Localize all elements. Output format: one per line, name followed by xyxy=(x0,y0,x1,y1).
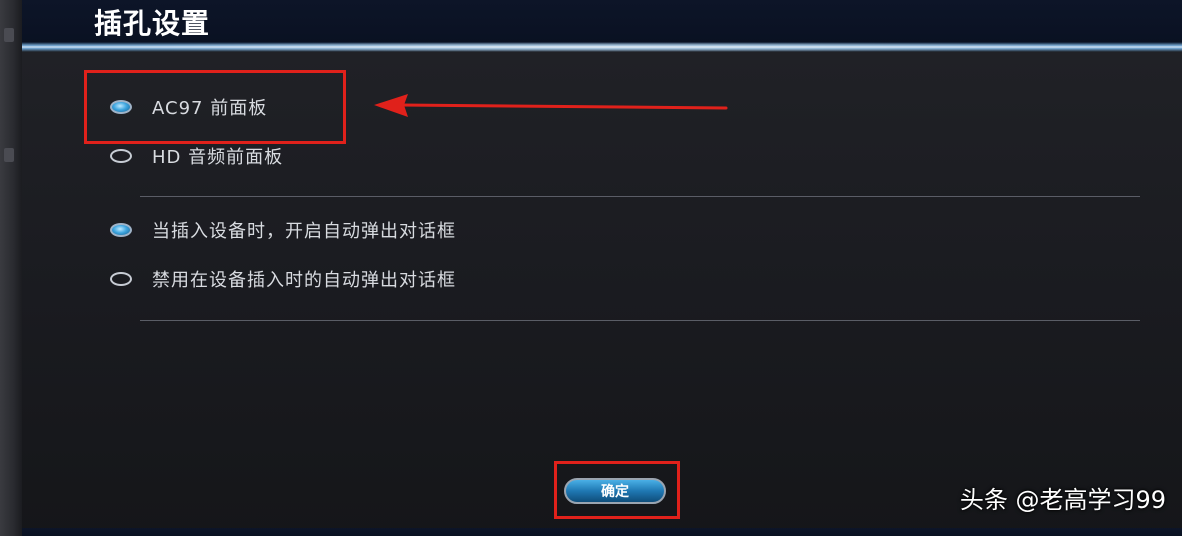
outer-window-edge xyxy=(0,0,22,536)
radio-unchecked-icon[interactable] xyxy=(110,149,132,163)
radio-unchecked-icon[interactable] xyxy=(110,272,132,286)
annotation-arrow-icon xyxy=(374,94,728,117)
edge-notch xyxy=(4,28,14,42)
watermark-text: 头条 @老高学习99 xyxy=(959,486,1166,514)
radio-option-hd-audio[interactable]: HD 音频前面板 xyxy=(110,141,283,171)
radio-option-disable-popup[interactable]: 禁用在设备插入时的自动弹出对话框 xyxy=(110,264,456,294)
radio-option-enable-popup[interactable]: 当插入设备时，开启自动弹出对话框 xyxy=(110,215,456,245)
edge-notch xyxy=(4,148,14,162)
bottom-bar xyxy=(22,528,1182,536)
title-bar: 插孔设置 xyxy=(22,0,1182,44)
radio-checked-icon[interactable] xyxy=(110,223,132,237)
radio-label-disable-popup: 禁用在设备插入时的自动弹出对话框 xyxy=(152,270,456,291)
ok-button[interactable]: 确定 xyxy=(564,478,666,504)
radio-label-hd-audio: HD 音频前面板 xyxy=(152,147,284,168)
annotation-highlight-box xyxy=(84,70,346,144)
section-divider xyxy=(140,196,1140,197)
dialog-title: 插孔设置 xyxy=(94,7,211,40)
title-divider-glow xyxy=(22,42,1182,52)
section-divider xyxy=(140,320,1140,321)
screenshot-stage: 插孔设置 AC97 前面板 HD 音频前面板 当插入设备时，开启自动弹出对话框 … xyxy=(0,0,1182,536)
radio-label-enable-popup: 当插入设备时，开启自动弹出对话框 xyxy=(152,221,456,242)
